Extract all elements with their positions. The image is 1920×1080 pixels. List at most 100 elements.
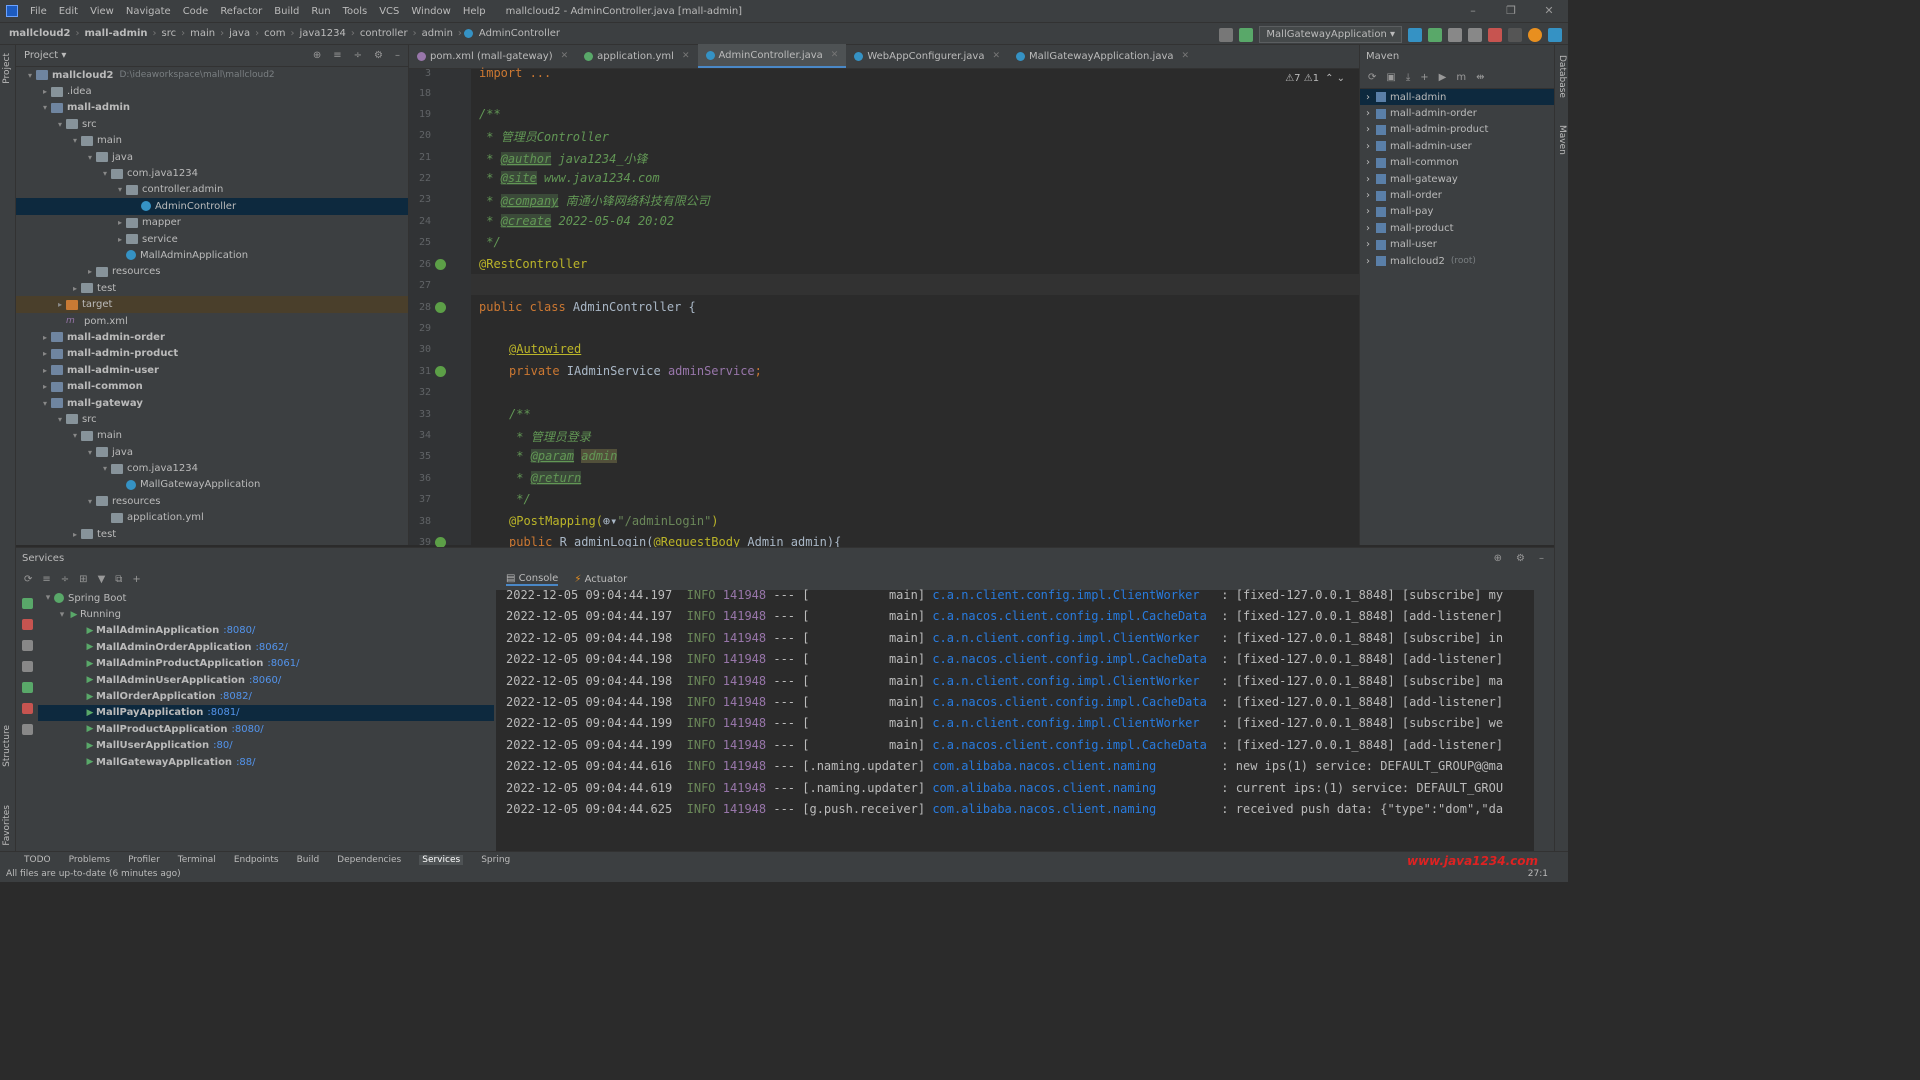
expand-arrow-icon[interactable]: ▾	[39, 399, 51, 408]
editor-tab[interactable]: AdminController.java ✕	[697, 44, 847, 68]
service-app-item[interactable]: ▶ MallAdminOrderApplication:8062/	[38, 639, 494, 655]
log-logger[interactable]: c.a.n.client.config.impl.ClientWorker	[932, 716, 1214, 730]
log-logger[interactable]: c.a.n.client.config.impl.ClientWorker	[932, 674, 1214, 688]
tool-window-endpoints[interactable]: Endpoints	[234, 855, 279, 865]
database-tool-tab[interactable]: Database	[1557, 55, 1567, 98]
tree-node[interactable]: ▾ mall-admin	[16, 100, 408, 116]
expand-arrow-icon[interactable]: ▸	[84, 267, 96, 276]
tree-node[interactable]: ▸ test	[16, 526, 408, 542]
expand-arrow-icon[interactable]: ▾	[84, 448, 96, 457]
tool-window-problems[interactable]: Problems	[69, 855, 110, 865]
breadcrumb-item[interactable]: java1234	[296, 28, 348, 39]
expand-arrow-icon[interactable]: ›	[1366, 157, 1370, 168]
group-icon[interactable]: ⊞	[79, 574, 87, 585]
minimize-icon[interactable]: –	[1454, 0, 1492, 22]
expand-arrow-icon[interactable]: ▸	[39, 333, 51, 342]
tree-node[interactable]: ▸ mall-admin-order	[16, 329, 408, 345]
expand-arrow-icon[interactable]: ▾	[99, 169, 111, 178]
tool-window-profiler[interactable]: Profiler	[128, 855, 160, 865]
log-logger[interactable]: c.a.nacos.client.config.impl.CacheData	[932, 652, 1214, 666]
collapse-all-icon[interactable]: ÷	[61, 574, 69, 585]
expand-arrow-icon[interactable]: ▸	[39, 87, 51, 96]
tab-actuator[interactable]: ⚡ Actuator	[574, 574, 627, 585]
add-service-icon[interactable]: +	[132, 574, 140, 585]
maven-project-item[interactable]: › mall-user	[1360, 237, 1554, 253]
tree-node[interactable]: m pom.xml	[16, 313, 408, 329]
log-logger[interactable]: c.a.nacos.client.config.impl.CacheData	[932, 695, 1214, 709]
log-logger[interactable]: c.a.n.client.config.impl.ClientWorker	[932, 588, 1214, 602]
plus-icon[interactable]: +	[1420, 72, 1428, 83]
close-tab-icon[interactable]: ✕	[561, 51, 569, 61]
expand-arrow-icon[interactable]: ›	[1366, 174, 1370, 185]
stop-icon[interactable]	[21, 619, 33, 630]
code-view[interactable]: import ... /** * 管理员Controller * @author…	[471, 66, 1351, 549]
service-app-port-link[interactable]: :8060/	[249, 675, 281, 686]
log-logger[interactable]: com.alibaba.nacos.client.naming	[932, 781, 1214, 795]
log-logger[interactable]: com.alibaba.nacos.client.naming	[932, 802, 1214, 816]
spring-bean-icon[interactable]	[435, 259, 446, 270]
menu-item-build[interactable]: Build	[268, 6, 305, 17]
service-app-item[interactable]: ▶ MallGatewayApplication:88/	[38, 754, 494, 770]
expand-all-icon[interactable]: ≡	[333, 50, 341, 61]
profile-icon[interactable]	[1468, 27, 1482, 42]
debug-icon[interactable]	[1428, 27, 1442, 42]
expand-arrow-icon[interactable]: ▾	[84, 497, 96, 506]
breadcrumb-item[interactable]: com	[261, 28, 288, 39]
menu-item-help[interactable]: Help	[457, 6, 492, 17]
expand-arrow-icon[interactable]: ›	[1366, 223, 1370, 234]
camera-icon[interactable]	[21, 661, 33, 672]
tool-window-spring[interactable]: Spring	[481, 855, 510, 865]
tree-node[interactable]: ▸ mall-common	[16, 378, 408, 394]
menu-item-file[interactable]: File	[24, 6, 53, 17]
expand-arrow-icon[interactable]: ▸	[114, 235, 126, 244]
expand-all-icon[interactable]: ≡	[42, 574, 50, 585]
layout-icon[interactable]	[21, 724, 33, 735]
download-icon[interactable]: ⤓	[1406, 72, 1410, 83]
log-logger[interactable]: c.a.n.client.config.impl.ClientWorker	[932, 631, 1214, 645]
tree-node[interactable]: AdminController	[16, 198, 408, 215]
breadcrumb-item[interactable]: main	[187, 28, 218, 39]
service-app-item[interactable]: ▶ MallProductApplication:8080/	[38, 721, 494, 737]
tree-node[interactable]: ▾ java	[16, 444, 408, 460]
refresh-icon[interactable]: ⟳	[24, 574, 32, 585]
spring-boot-node[interactable]: Spring Boot	[68, 593, 126, 604]
tool-window-services[interactable]: Services	[419, 855, 464, 865]
expand-arrow-icon[interactable]: ›	[1366, 256, 1370, 267]
tree-node[interactable]: ▸ service	[16, 231, 408, 247]
log-logger[interactable]: c.a.nacos.client.config.impl.CacheData	[932, 609, 1214, 623]
breadcrumb-item[interactable]: java	[226, 28, 253, 39]
toolbox-icon[interactable]	[1548, 27, 1562, 42]
menu-item-refactor[interactable]: Refactor	[214, 6, 268, 17]
expand-arrow-icon[interactable]: ▾	[114, 185, 126, 194]
maven-project-item[interactable]: › mall-pay	[1360, 204, 1554, 220]
tree-node[interactable]: ▾ src	[16, 116, 408, 132]
tree-node[interactable]: MallGatewayApplication	[16, 477, 408, 493]
tree-node[interactable]: ▸ .idea	[16, 83, 408, 99]
search-icon[interactable]	[1508, 27, 1522, 42]
breadcrumb-item[interactable]: src	[159, 28, 180, 39]
expand-arrow-icon[interactable]: ▾	[39, 103, 51, 112]
service-app-port-link[interactable]: :8081/	[207, 707, 239, 718]
debug-icon[interactable]	[21, 682, 33, 693]
maven-project-item[interactable]: › mall-order	[1360, 187, 1554, 203]
service-app-port-link[interactable]: :8062/	[256, 642, 288, 653]
tree-node[interactable]: ▾ com.java1234	[16, 460, 408, 476]
service-app-item[interactable]: ▶ MallOrderApplication:8082/	[38, 688, 494, 704]
expand-arrow-icon[interactable]: ›	[1366, 141, 1370, 152]
tool-window-build[interactable]: Build	[297, 855, 320, 865]
run-icon[interactable]: ▶	[1439, 72, 1447, 83]
caret-position[interactable]: 27:1	[1528, 869, 1548, 879]
maven-project-item[interactable]: › mallcloud2 (root)	[1360, 253, 1554, 269]
service-app-item[interactable]: ▶ MallAdminProductApplication:8061/	[38, 656, 494, 672]
close-tab-icon[interactable]: ✕	[831, 50, 839, 60]
close-tab-icon[interactable]: ✕	[992, 51, 1000, 61]
service-app-item[interactable]: ▶ MallPayApplication:8081/	[38, 704, 494, 722]
tree-node[interactable]: ▾ controller.admin	[16, 182, 408, 198]
spring-bean-icon[interactable]	[435, 302, 446, 313]
log-logger[interactable]: com.alibaba.nacos.client.naming	[932, 759, 1214, 773]
rerun-icon[interactable]	[1408, 27, 1422, 42]
coverage-icon[interactable]	[1448, 27, 1462, 42]
editor-tab[interactable]: MallGatewayApplication.java ✕	[1008, 44, 1197, 68]
close-icon[interactable]: ✕	[1530, 0, 1568, 22]
updates-icon[interactable]	[1528, 27, 1542, 42]
